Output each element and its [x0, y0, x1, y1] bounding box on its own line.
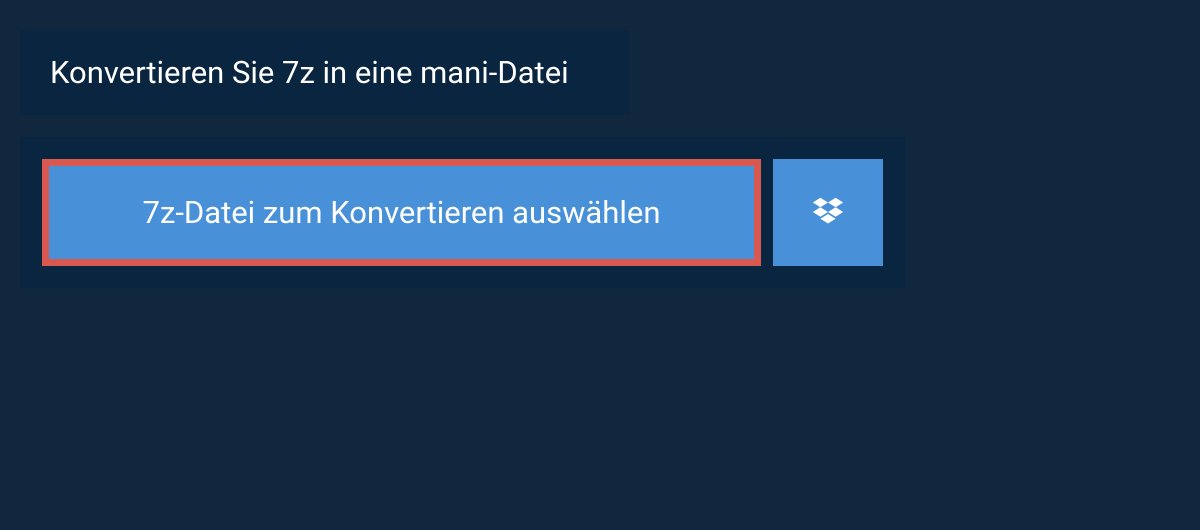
upload-section: 7z-Datei zum Konvertieren auswählen — [20, 137, 905, 288]
dropbox-icon — [809, 194, 847, 232]
select-file-button[interactable]: 7z-Datei zum Konvertieren auswählen — [42, 159, 761, 266]
dropbox-button[interactable] — [773, 159, 883, 266]
page-title: Konvertieren Sie 7z in eine mani-Datei — [50, 54, 600, 91]
select-file-label: 7z-Datei zum Konvertieren auswählen — [143, 194, 661, 231]
header-bar: Konvertieren Sie 7z in eine mani-Datei — [20, 30, 630, 115]
